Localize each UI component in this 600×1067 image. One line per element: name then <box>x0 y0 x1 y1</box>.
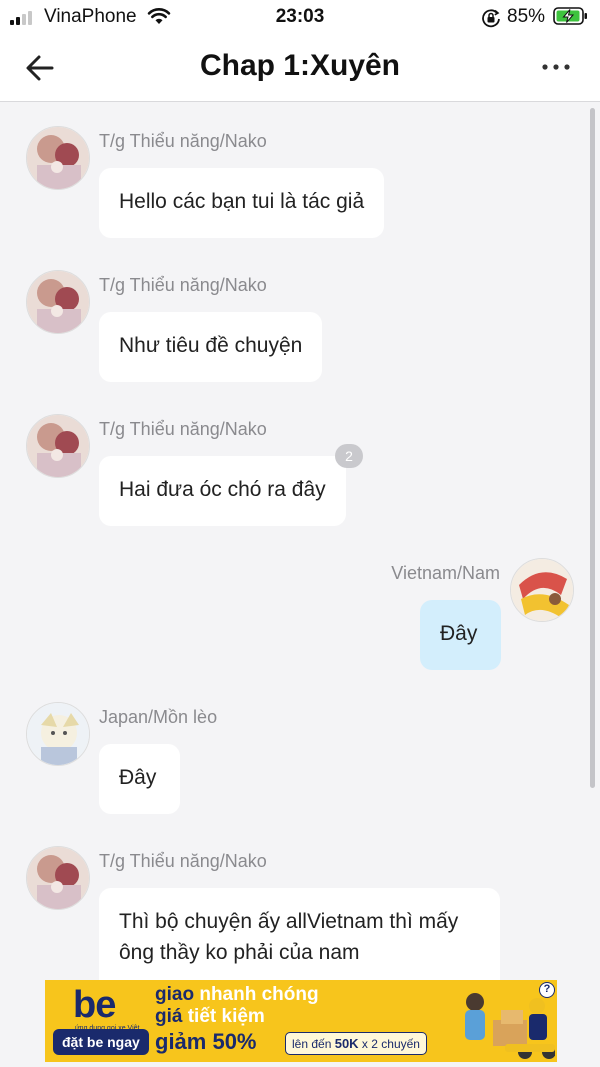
ad-headline-2: giá tiết kiệm <box>155 1006 265 1027</box>
message-list[interactable]: T/g Thiểu năng/Nako Hello các bạn tui là… <box>0 103 600 980</box>
sender-name: T/g Thiểu năng/Nako <box>99 131 267 151</box>
sender-name: T/g Thiểu năng/Nako <box>99 419 267 439</box>
sender-name: T/g Thiểu năng/Nako <box>99 275 267 295</box>
sender-name: Vietnam/Nam <box>391 563 500 583</box>
sender-name: Japan/Mồn lèo <box>99 707 218 727</box>
avatar[interactable] <box>26 414 90 478</box>
ad-logo: be <box>73 984 116 1026</box>
ad-cta-button[interactable]: đặt be ngay <box>53 1029 149 1055</box>
message-bubble[interactable]: Hello các bạn tui là tác giả <box>99 168 385 238</box>
orientation-lock-icon <box>482 9 500 28</box>
message-bubble[interactable]: Hai đưa óc chó ra đây <box>99 456 346 526</box>
message-bubble[interactable]: Như tiêu đề chuyện <box>99 312 323 382</box>
ad-help-icon[interactable]: ? <box>539 982 555 998</box>
sender-name: T/g Thiểu năng/Nako <box>99 851 267 871</box>
message-bubble[interactable]: Đây <box>420 600 501 670</box>
ad-headline-1: giao nhanh chóng <box>155 984 319 1005</box>
scrollbar[interactable] <box>590 108 595 788</box>
message-bubble[interactable]: Thì bộ chuyện ấy allVietnam thì mấy ông … <box>99 888 500 980</box>
status-bar: VinaPhone 23:03 85% <box>0 0 600 34</box>
message-bubble[interactable]: Đây <box>99 744 180 814</box>
ad-discount: giảm 50% <box>155 1029 257 1054</box>
chat-header: Chap 1:Xuyên <box>0 34 600 102</box>
battery-percent: 85% <box>507 6 546 27</box>
more-options-icon[interactable] <box>538 52 574 82</box>
battery-charging-icon <box>553 7 587 25</box>
avatar[interactable] <box>26 270 90 334</box>
avatar[interactable] <box>26 702 90 766</box>
page-title: Chap 1:Xuyên <box>199 49 401 82</box>
ad-offer-pill: lên đến 50K x 2 chuyến <box>285 1032 427 1055</box>
reaction-count-badge[interactable]: 2 <box>335 444 363 468</box>
avatar[interactable] <box>510 558 574 622</box>
avatar[interactable] <box>26 126 90 190</box>
ad-banner[interactable]: be ứng dụng gọi xe Việt đặt be ngay giao… <box>45 980 557 1062</box>
avatar[interactable] <box>26 846 90 910</box>
